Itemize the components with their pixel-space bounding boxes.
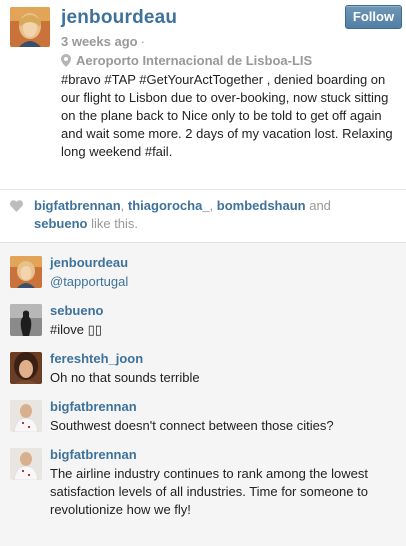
commenter-avatar[interactable] [10, 256, 42, 288]
liker-link[interactable]: thiagorocha_ [128, 198, 210, 213]
likes-suffix: like this. [87, 216, 139, 231]
likes-text: bigfatbrennan, thiagorocha_, bombedshaun… [34, 197, 384, 233]
likes-section: bigfatbrennan, thiagorocha_, bombedshaun… [0, 189, 406, 242]
likes-separator: , [120, 198, 128, 213]
likes-and: and [305, 198, 331, 213]
liker-link[interactable]: sebueno [34, 216, 87, 231]
comment-username[interactable]: jenbourdeau [50, 255, 128, 270]
comment-username[interactable]: sebueno [50, 303, 103, 318]
location-text: Aeroporto Internacional de Lisboa-LIS [76, 53, 313, 68]
comment-username[interactable]: bigfatbrennan [50, 447, 137, 462]
heart-icon[interactable] [10, 200, 23, 212]
comment-text: The airline industry continues to rank a… [50, 466, 368, 517]
liker-link[interactable]: bigfatbrennan [34, 198, 121, 213]
comment-username[interactable]: fereshteh_joon [50, 351, 143, 366]
time-separator: · [140, 34, 145, 49]
follow-button[interactable]: Follow [345, 5, 402, 29]
commenter-avatar[interactable] [10, 400, 42, 432]
post-author-avatar[interactable] [10, 7, 50, 47]
comment-text: #ilove ▯▯ [50, 322, 102, 337]
location-pin-icon [61, 54, 71, 67]
post-time-text: 3 weeks ago [61, 34, 138, 49]
commenter-avatar[interactable] [10, 304, 42, 336]
comment-text: Oh no that sounds terrible [50, 370, 200, 385]
post-caption: #bravo #TAP #GetYourActTogether , denied… [61, 72, 393, 159]
comment-username[interactable]: bigfatbrennan [50, 399, 137, 414]
post-author-username[interactable]: jenbourdeau [61, 7, 177, 29]
comments-section: jenbourdeau @tapportugal sebueno #ilove … [0, 242, 406, 546]
comment-text[interactable]: @tapportugal [50, 273, 395, 291]
post-location[interactable]: Aeroporto Internacional de Lisboa-LIS [61, 53, 312, 68]
commenter-avatar[interactable] [10, 448, 42, 480]
comment-text: Southwest doesn't connect between those … [50, 418, 334, 433]
likes-separator: , [209, 198, 217, 213]
commenter-avatar[interactable] [10, 352, 42, 384]
post-timestamp: 3 weeks ago · [61, 34, 145, 49]
post-card: jenbourdeau Follow 3 weeks ago · Aeroport… [0, 0, 406, 188]
liker-link[interactable]: bombedshaun [217, 198, 306, 213]
